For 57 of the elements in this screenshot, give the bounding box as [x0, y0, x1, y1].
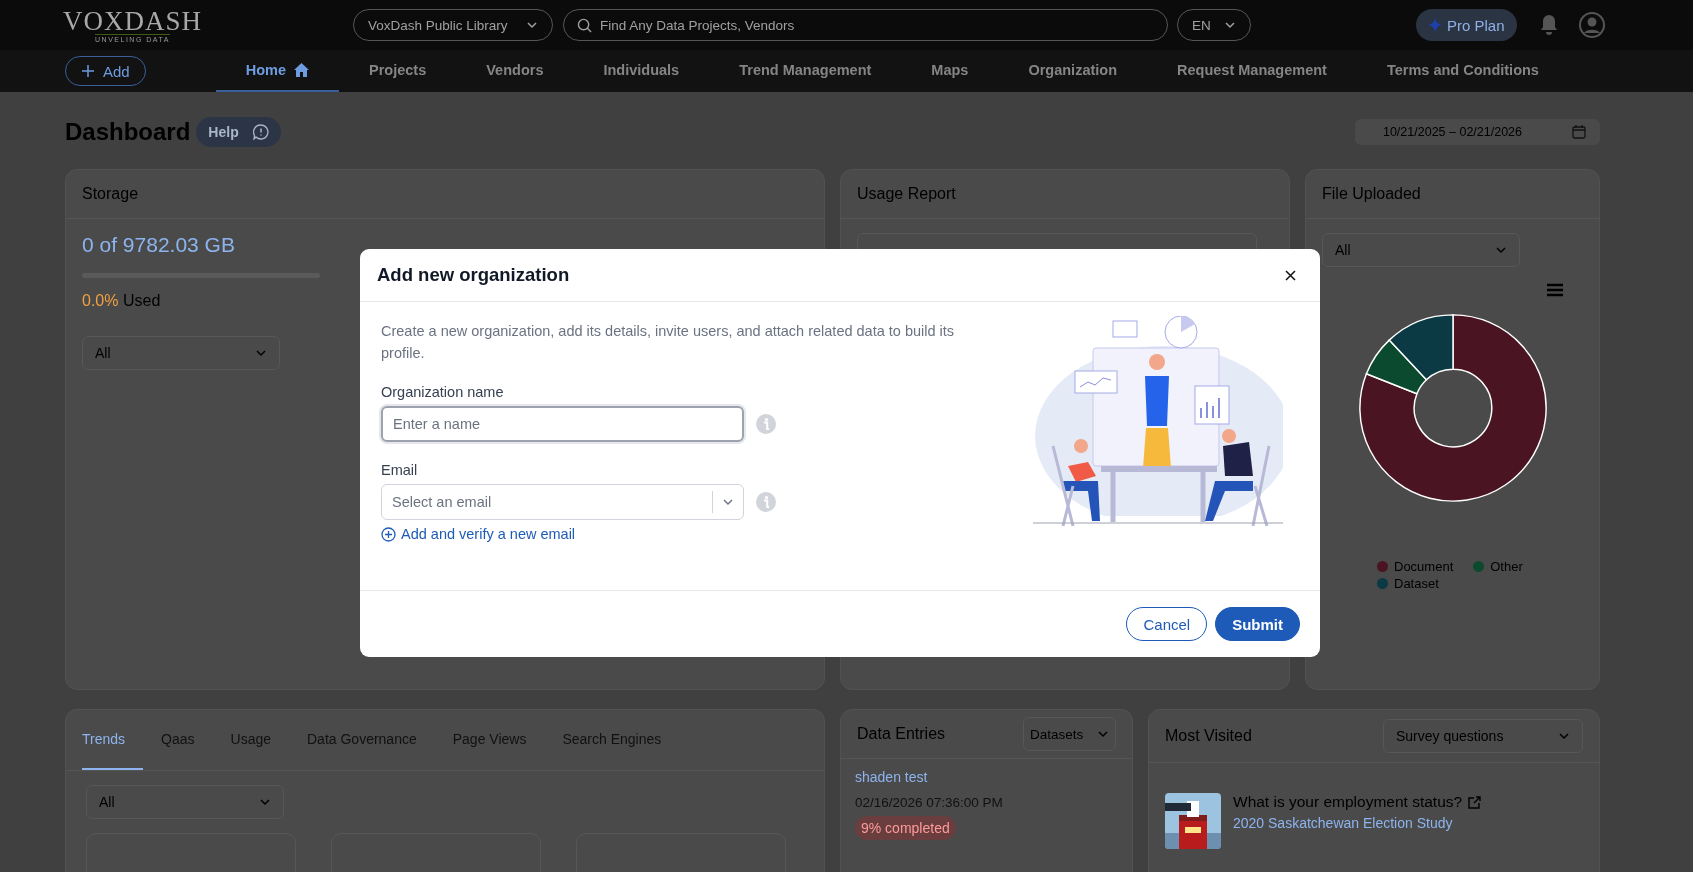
add-email-link[interactable]: Add and verify a new email: [381, 526, 576, 542]
storage-total: 0 of 9782.03 GB: [82, 233, 235, 257]
card-title: Storage: [82, 185, 139, 203]
chevron-down-icon: [259, 796, 271, 808]
chevron-down-icon: [722, 496, 734, 508]
help-button[interactable]: Help: [196, 117, 281, 147]
external-link-icon[interactable]: [1468, 795, 1482, 809]
info-icon[interactable]: [756, 414, 776, 434]
chat-bubble-icon: [252, 124, 269, 140]
status-badge: 9% completed: [855, 816, 956, 840]
study-link[interactable]: 2020 Saskatchewan Election Study: [1233, 815, 1482, 831]
entry-link[interactable]: shaden test: [855, 769, 928, 785]
close-icon: [1285, 269, 1296, 281]
submit-button[interactable]: Submit: [1215, 607, 1300, 641]
cancel-button[interactable]: Cancel: [1126, 607, 1208, 641]
chevron-down-icon: [1097, 728, 1109, 740]
card-title: Most Visited: [1165, 727, 1252, 745]
search-icon: [577, 17, 592, 33]
calendar-icon: [1572, 125, 1586, 139]
logo-wordmark: VOXDASH: [63, 7, 202, 34]
chevron-down-icon: [255, 347, 267, 359]
dialog-title: Add new organization: [377, 264, 570, 286]
storage-used-text: 0.0% Used: [82, 292, 161, 310]
nav-tab[interactable]: Individuals: [573, 50, 710, 92]
nav-tab[interactable]: Request Management: [1147, 50, 1357, 92]
nav-tab[interactable]: Projects: [339, 50, 457, 92]
nav-tab[interactable]: Trend Management: [709, 50, 902, 92]
pro-plan-button[interactable]: Pro Plan: [1416, 9, 1517, 41]
card-title: File Uploaded: [1322, 185, 1421, 203]
nav-tab[interactable]: Maps: [901, 50, 999, 92]
page-title: Dashboard: [65, 118, 191, 146]
plus-circle-icon: [381, 526, 396, 542]
sparkle-icon: [1428, 18, 1442, 32]
field-label: Organization name: [381, 384, 505, 400]
home-icon: [294, 63, 309, 77]
card-title: Data Entries: [857, 725, 946, 743]
user-avatar-icon[interactable]: [1578, 12, 1605, 38]
chevron-down-icon: [1558, 730, 1570, 742]
info-icon[interactable]: [756, 492, 776, 512]
search-field[interactable]: Find Any Data Projects, Vendors: [563, 9, 1168, 41]
nav-tab[interactable]: Vendors: [456, 50, 574, 92]
chevron-down-icon: [1224, 19, 1236, 31]
plus-icon: [81, 64, 95, 78]
nav-tab[interactable]: Organization: [998, 50, 1148, 92]
notification-bell-icon[interactable]: [1538, 14, 1559, 36]
tab[interactable]: Trends: [82, 710, 144, 770]
dialog-description: Create a new organization, add its details, invite users, and attach related data to build its profile.: [381, 322, 956, 363]
menu-icon[interactable]: [1547, 283, 1563, 297]
card-title: Usage Report: [857, 185, 956, 203]
chevron-down-icon: [526, 19, 538, 31]
entry-date: 02/16/2026 07:36:00 PM: [855, 795, 1003, 810]
nav-tab[interactable]: Home: [215, 50, 339, 92]
field-label: Email: [381, 462, 419, 478]
chevron-down-icon: [1495, 244, 1507, 256]
email-select[interactable]: Select an email: [381, 484, 744, 520]
nav-tab[interactable]: Terms and Conditions: [1356, 50, 1569, 92]
organization-name-field[interactable]: Enter a name: [381, 406, 744, 442]
